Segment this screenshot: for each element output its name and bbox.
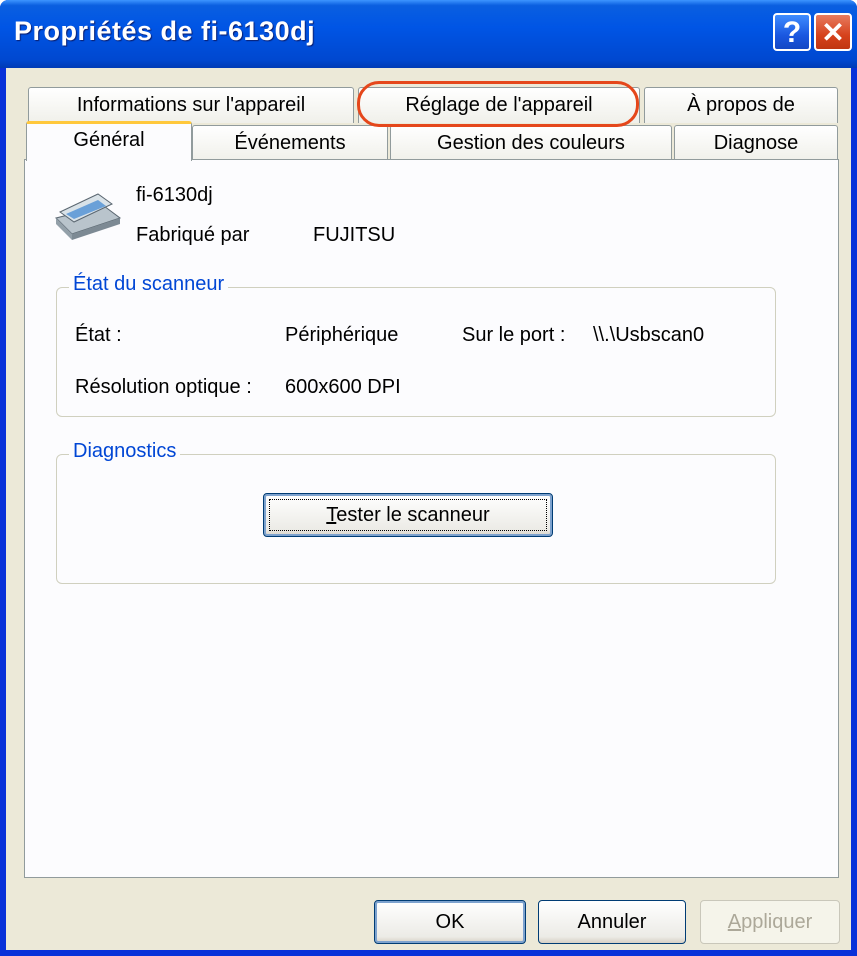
tab-gestion-couleurs[interactable]: Gestion des couleurs <box>390 125 672 161</box>
tab-informations-appareil[interactable]: Informations sur l'appareil <box>28 87 354 123</box>
apply-accel: A <box>727 911 742 933</box>
test-scanner-button[interactable]: Tester le scanneur <box>263 493 553 537</box>
state-value: Périphérique <box>285 324 399 346</box>
highlight-ring <box>357 81 639 127</box>
manufacturer-value: FUJITSU <box>313 224 396 246</box>
tab-a-propos[interactable]: À propos de <box>644 87 838 123</box>
state-label: État : <box>75 324 122 346</box>
apply-label: ppliquer <box>741 911 813 933</box>
resolution-label: Résolution optique : <box>75 376 252 398</box>
window-title: Propriétés de fi-6130dj <box>14 16 316 46</box>
port-label: Sur le port : <box>462 324 566 346</box>
manufacturer-label: Fabriqué par <box>136 224 250 246</box>
tab-general[interactable]: Général <box>26 121 192 161</box>
close-button[interactable]: ✕ <box>814 13 852 51</box>
resolution-value: 600x600 DPI <box>285 376 401 398</box>
help-button[interactable]: ? <box>773 13 811 51</box>
diagnostics-title: Diagnostics <box>69 440 181 463</box>
tab-evenements[interactable]: Événements <box>192 125 388 161</box>
port-value: \\.\Usbscan0 <box>593 324 705 346</box>
apply-button[interactable]: Appliquer <box>700 900 840 944</box>
title-bar[interactable]: Propriétés de fi-6130dj ? ✕ <box>0 0 857 68</box>
device-name: fi-6130dj <box>136 184 213 206</box>
ok-button[interactable]: OK <box>374 900 526 944</box>
scanner-icon <box>55 193 122 240</box>
scanner-status-title: État du scanneur <box>69 273 229 296</box>
cancel-button[interactable]: Annuler <box>538 900 686 944</box>
focus-rectangle <box>269 499 547 531</box>
tab-diagnose[interactable]: Diagnose <box>674 125 838 161</box>
